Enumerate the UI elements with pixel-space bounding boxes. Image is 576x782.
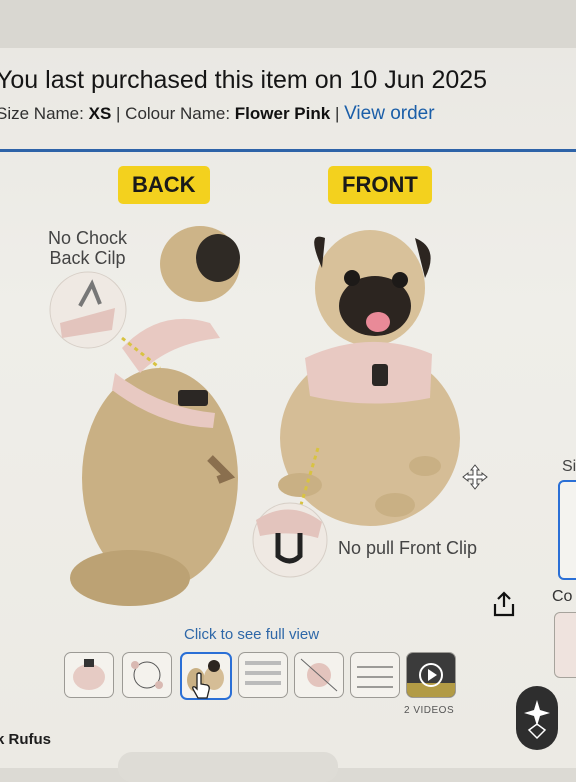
size-option-selected[interactable] — [558, 480, 576, 580]
hand-pointer-icon — [192, 672, 210, 699]
move-cursor-icon — [462, 464, 488, 490]
sparkle-logo-icon — [524, 700, 550, 740]
back-label-tag: BACK — [118, 166, 210, 204]
separator: | — [334, 104, 345, 123]
product-page: You last purchased this item on 10 Jun 2… — [0, 0, 576, 782]
thumbnail-features-icon — [131, 661, 163, 689]
colour-option-thumbnail[interactable] — [554, 612, 576, 678]
play-video-icon — [407, 663, 455, 697]
front-clip-caption: No pull Front Clip — [338, 538, 478, 558]
header-band — [0, 0, 576, 48]
store-name-fragment: k Rufus — [0, 731, 52, 748]
thumbnail-1[interactable] — [64, 652, 114, 698]
thumbnail-measure-icon — [357, 666, 393, 688]
view-order-link[interactable]: View order — [344, 103, 434, 124]
separator: | — [116, 104, 126, 123]
size-name-value: XS — [88, 104, 112, 123]
thumbnail-6[interactable] — [350, 652, 400, 698]
colour-name-label: Colour Name: — [125, 104, 231, 123]
colour-heading-fragment: Co — [552, 588, 573, 605]
bottom-chip[interactable] — [118, 752, 338, 782]
purchase-details: Size Name: XS | Colour Name: Flower Pink… — [0, 103, 435, 125]
thumbnail-harness-icon — [73, 659, 105, 690]
thumbnail-4[interactable] — [238, 652, 288, 698]
colour-name-value: Flower Pink — [234, 104, 331, 123]
thumbnail-5[interactable] — [294, 652, 344, 698]
front-view-pug — [278, 230, 460, 526]
front-clip-detail — [252, 502, 328, 578]
section-divider — [0, 149, 576, 152]
purchase-notice: You last purchased this item on 10 Jun 2… — [0, 66, 487, 95]
size-name-label: Size Name: — [0, 104, 84, 123]
app-watermark-logo — [516, 686, 558, 750]
back-clip-detail — [49, 271, 161, 370]
zoom-hint-text: Click to see full view — [184, 626, 320, 643]
front-label-tag: FRONT — [328, 166, 432, 204]
thumbnail-video[interactable] — [406, 652, 456, 698]
share-icon[interactable] — [491, 590, 517, 618]
back-clip-caption: No Chock Back Cilp — [48, 228, 128, 268]
thumbnail-sizechart-icon — [245, 661, 281, 685]
thumbnail-2[interactable] — [122, 652, 172, 698]
size-heading-fragment: Si — [562, 458, 576, 475]
thumbnail-diagram-icon — [300, 658, 338, 692]
videos-count-label: 2 VIDEOS — [404, 705, 455, 716]
purchase-notice-text: You last purchased this item on 10 Jun 2… — [0, 66, 488, 94]
main-product-image[interactable]: BACK FRONT No Chock Back Cilp No pull Fr… — [0, 158, 540, 628]
